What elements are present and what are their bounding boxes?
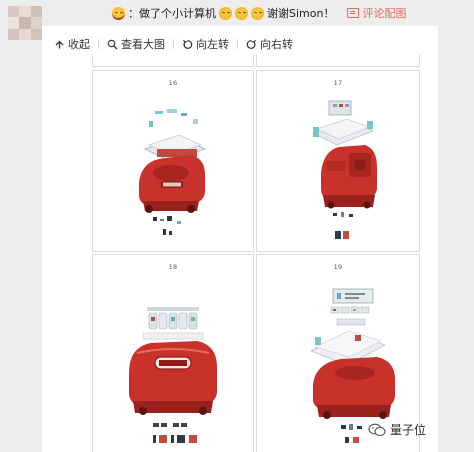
view-large-label: 查看大图 bbox=[121, 38, 165, 51]
search-icon bbox=[107, 39, 118, 49]
robot-computer-image bbox=[139, 109, 207, 235]
image-viewer: 收起 查看大图 向左转 向右转 16 17 18 19 量子位 bbox=[42, 26, 438, 452]
post-text-prefix: ：做了个小计算机 bbox=[128, 7, 216, 20]
image-card[interactable]: 18 bbox=[92, 254, 254, 452]
toolbar-divider bbox=[237, 39, 238, 49]
watermark-label: 量子位 bbox=[389, 423, 426, 437]
rotate-left-label: 向左转 bbox=[196, 38, 229, 51]
wechat-logo-icon bbox=[368, 423, 386, 436]
smiling-emoji-icon bbox=[112, 6, 125, 20]
robot-computer-image bbox=[129, 307, 217, 443]
image-card-partial[interactable] bbox=[92, 54, 254, 67]
collapse-icon bbox=[55, 40, 64, 48]
post-header: ：做了个小计算机 谢谢Simon！ 评论配图 bbox=[112, 4, 406, 22]
comment-images-label: 评论配图 bbox=[362, 7, 407, 20]
comment-images-link[interactable]: 评论配图 bbox=[347, 5, 406, 21]
watermark: 量子位 bbox=[368, 421, 426, 438]
page: ：做了个小计算机 谢谢Simon！ 评论配图 收起 查看大图 向左转 向右转 1… bbox=[0, 0, 474, 452]
image-card-partial[interactable] bbox=[256, 54, 420, 67]
image-card[interactable]: 17 bbox=[256, 70, 420, 252]
collapse-button[interactable]: 收起 bbox=[54, 36, 90, 52]
image-toolbar: 收起 查看大图 向左转 向右转 bbox=[54, 36, 293, 52]
rotate-right-icon bbox=[246, 39, 256, 49]
rotate-left-button[interactable]: 向左转 bbox=[182, 36, 229, 52]
view-large-button[interactable]: 查看大图 bbox=[107, 36, 165, 52]
rotate-left-icon bbox=[183, 39, 193, 49]
rotate-right-button[interactable]: 向右转 bbox=[246, 36, 293, 52]
laughing-emoji-icon bbox=[219, 6, 232, 20]
laughing-emoji-icon bbox=[235, 6, 248, 20]
toolbar-divider bbox=[173, 39, 174, 49]
post-text-suffix: 谢谢Simon！ bbox=[267, 7, 335, 20]
image-card[interactable]: 16 bbox=[92, 70, 254, 252]
rotate-right-label: 向右转 bbox=[260, 38, 293, 51]
collapse-label: 收起 bbox=[68, 38, 90, 51]
image-icon bbox=[347, 8, 360, 18]
toolbar-divider bbox=[98, 39, 99, 49]
avatar[interactable] bbox=[8, 6, 42, 40]
robot-computer-image bbox=[311, 100, 377, 239]
laughing-emoji-icon bbox=[251, 6, 264, 20]
